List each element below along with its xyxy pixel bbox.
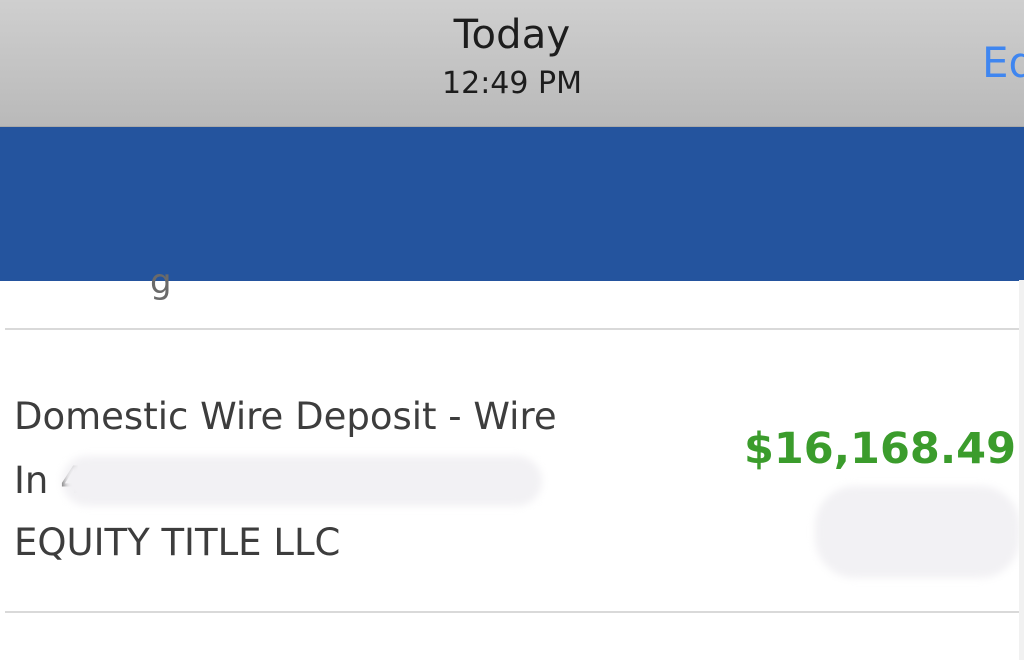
account-redaction bbox=[62, 456, 542, 506]
list-divider bbox=[5, 611, 1019, 613]
transaction-description: Domestic Wire Deposit - Wire bbox=[14, 395, 557, 438]
transaction-payee: EQUITY TITLE LLC bbox=[14, 521, 341, 564]
list-divider bbox=[5, 328, 1019, 330]
header-title: Today bbox=[453, 12, 571, 58]
app-bar bbox=[0, 127, 1024, 356]
notification-header: Today 12:49 PM Ed bbox=[0, 0, 1024, 127]
balance-redaction bbox=[815, 486, 1020, 578]
section-label-cutoff: g bbox=[150, 262, 172, 302]
transaction-amount: $16,168.49 bbox=[743, 424, 1016, 474]
screen-edge bbox=[1019, 280, 1024, 660]
header-time: 12:49 PM bbox=[442, 66, 582, 101]
edit-button[interactable]: Ed bbox=[982, 38, 1024, 87]
